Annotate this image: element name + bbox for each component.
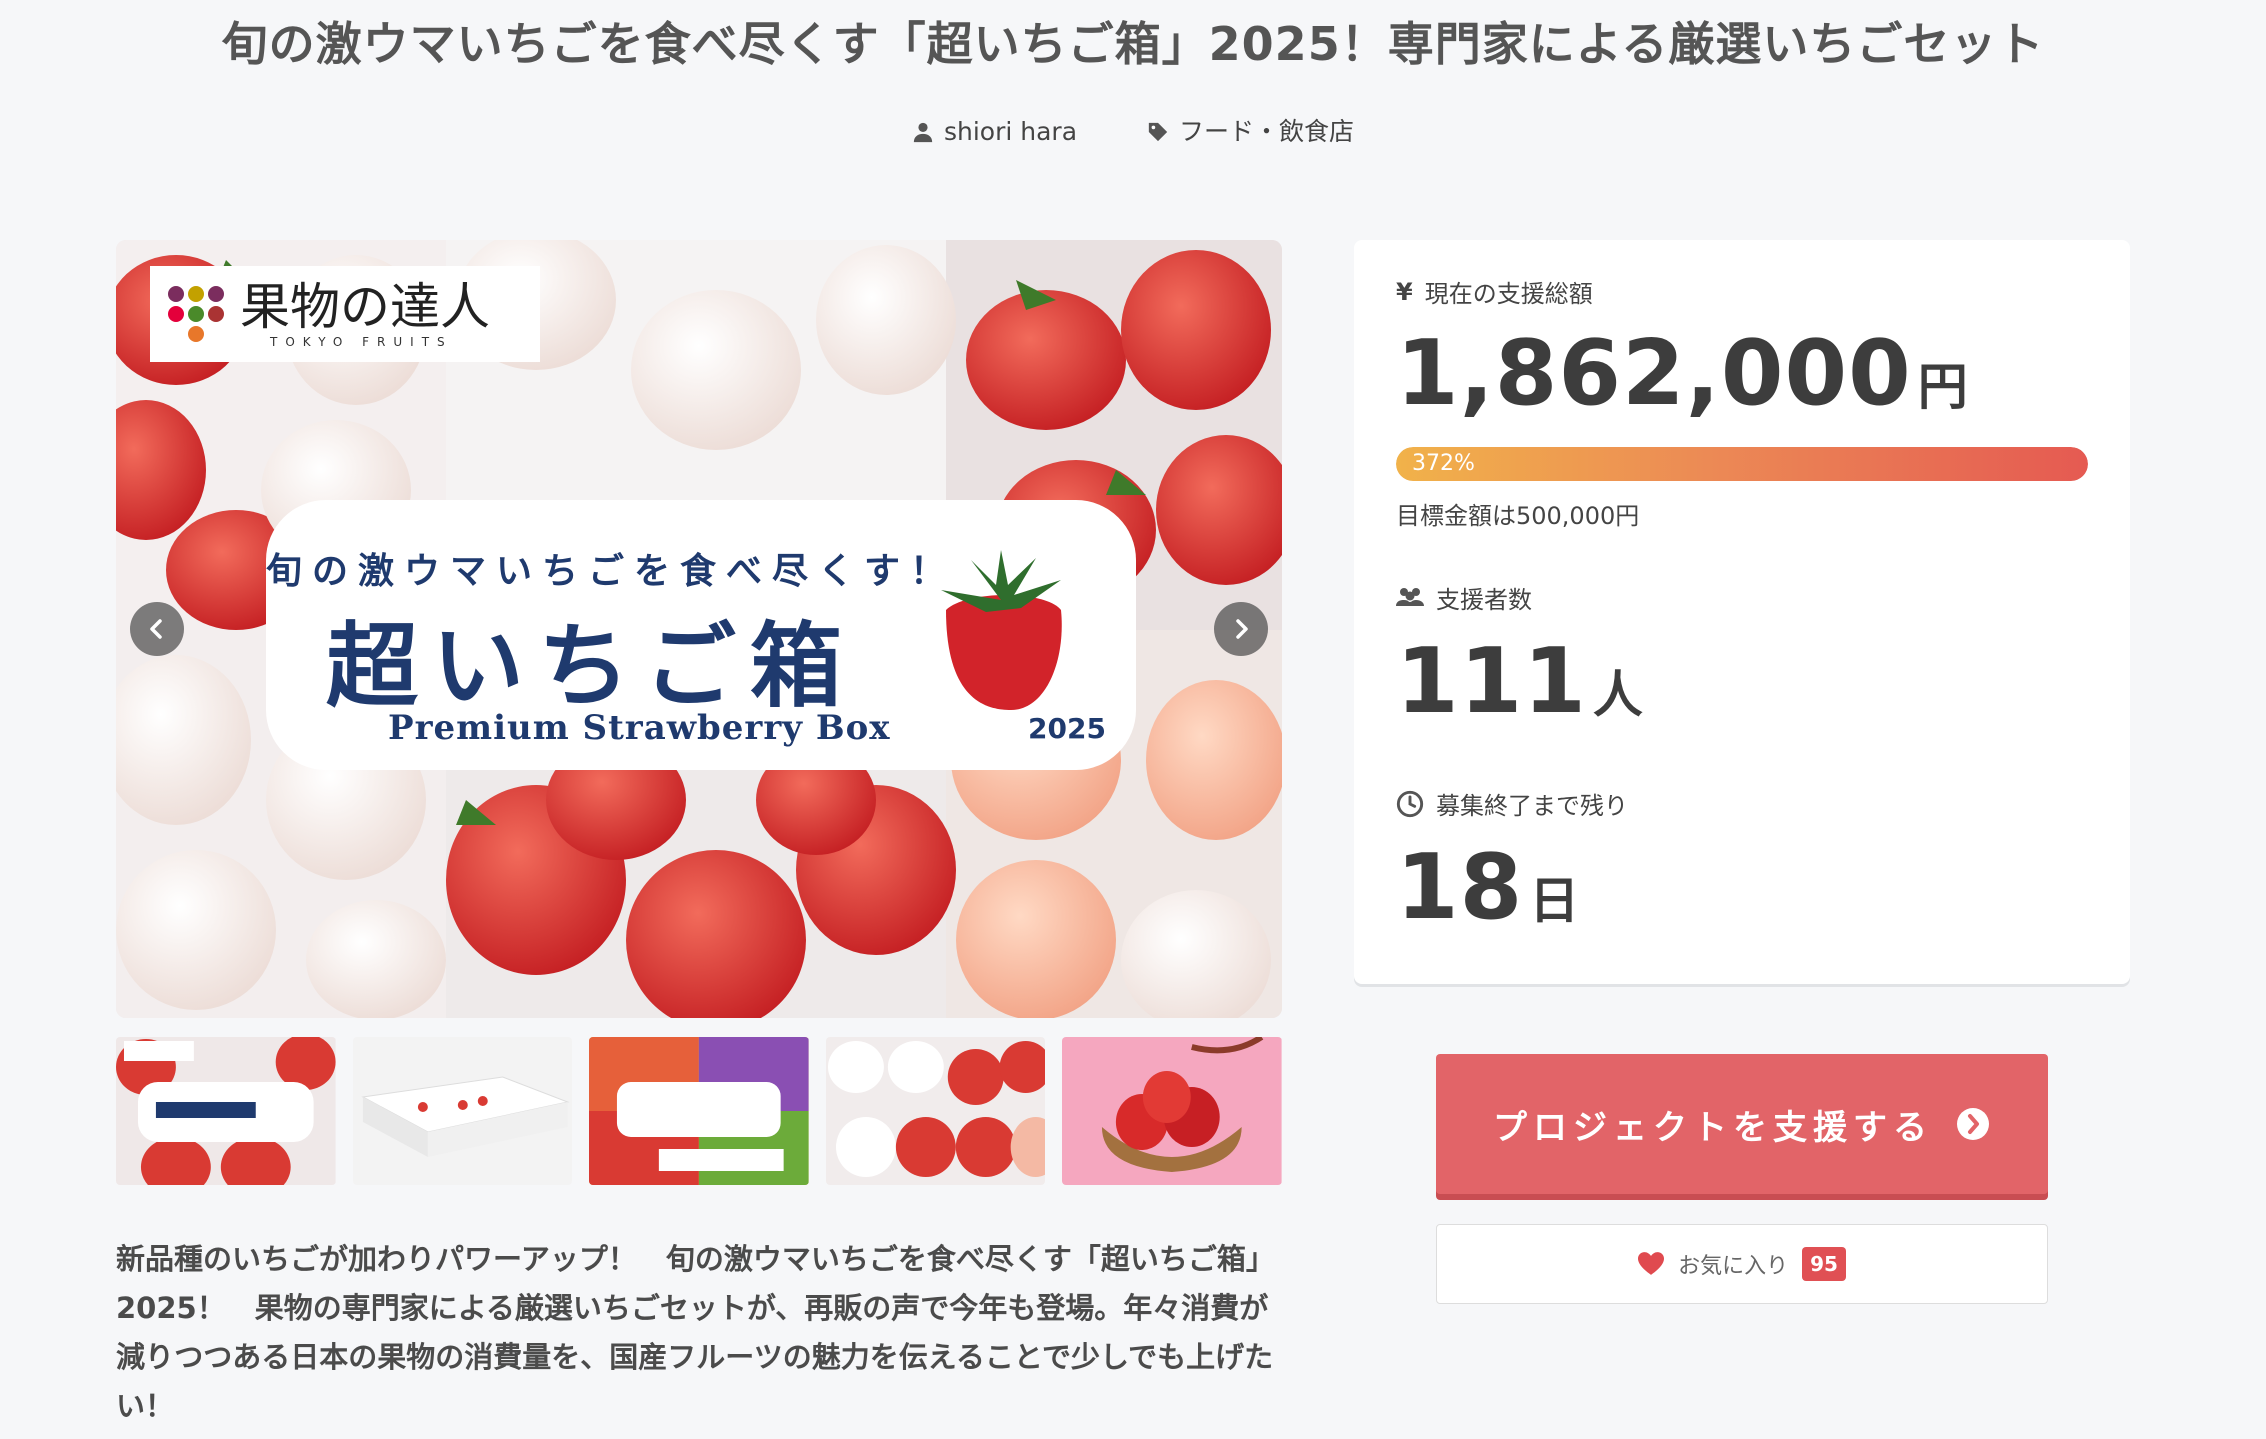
total-label: ¥ 現在の支援総額 bbox=[1396, 274, 1593, 309]
thumbnail-5[interactable] bbox=[1062, 1037, 1282, 1185]
product-name: 超いちご箱 bbox=[326, 612, 857, 720]
favorite-label: お気に入り bbox=[1678, 1254, 1789, 1279]
thumbnail-4-image bbox=[825, 1037, 1046, 1185]
product-tagline: 旬の激ウマいちごを食べ尽くす！ bbox=[266, 551, 957, 592]
remaining-label-text: 募集終了まで残り bbox=[1436, 792, 1628, 820]
brand-logo: 果物の達人 TOKYO FRUITS bbox=[150, 266, 540, 362]
category-link[interactable]: フード・飲食店 bbox=[1147, 112, 1354, 152]
project-meta: shiori hara フード・飲食店 bbox=[0, 112, 2266, 152]
progress-fill bbox=[1396, 447, 2088, 481]
arrow-circle-right-icon bbox=[1957, 1108, 1989, 1140]
total-amount: 1,862,000 円 bbox=[1396, 324, 1969, 437]
thumbnail-3-image bbox=[589, 1037, 809, 1185]
remaining-label: 募集終了まで残り bbox=[1396, 786, 1628, 821]
brand-name: 果物の達人 bbox=[240, 278, 490, 336]
backers-count: 111 人 bbox=[1396, 632, 1644, 745]
tag-icon bbox=[1148, 122, 1168, 142]
goal-amount: 目標金額は500,000円 bbox=[1396, 502, 1640, 530]
backers-label-text: 支援者数 bbox=[1436, 586, 1532, 614]
clock-icon bbox=[1396, 790, 1424, 817]
heart-icon bbox=[1638, 1252, 1665, 1275]
yen-icon: ¥ bbox=[1396, 277, 1413, 306]
support-project-button[interactable]: プロジェクトを支援する bbox=[1436, 1054, 2048, 1194]
remaining-days-value: 18 bbox=[1396, 835, 1524, 940]
thumbnail-2[interactable] bbox=[352, 1037, 573, 1185]
backers-count-value: 111 bbox=[1396, 629, 1587, 734]
prev-image-button[interactable] bbox=[130, 602, 184, 656]
funding-stats-card: ¥ 現在の支援総額 1,862,000 円 372% 目標金額は500,000円 … bbox=[1354, 240, 2130, 984]
hero-image[interactable]: 果物の達人 TOKYO FRUITS 旬の激ウマいちごを食べ尽くす！ 超いちご箱… bbox=[116, 240, 1282, 1018]
product-name-en: Premium Strawberry Box bbox=[388, 708, 891, 748]
product-card: 旬の激ウマいちごを食べ尽くす！ 超いちご箱 Premium Strawberry… bbox=[266, 500, 1136, 770]
chevron-right-icon bbox=[1236, 619, 1248, 639]
progress-percent: 372% bbox=[1412, 451, 1475, 476]
favorite-button[interactable]: お気に入り 95 bbox=[1436, 1224, 2048, 1304]
author-link[interactable]: shiori hara bbox=[912, 112, 1077, 152]
total-label-text: 現在の支援総額 bbox=[1424, 280, 1593, 308]
author-name: shiori hara bbox=[943, 117, 1078, 146]
next-image-button[interactable] bbox=[1214, 602, 1268, 656]
total-amount-value: 1,862,000 bbox=[1396, 321, 1912, 426]
remaining-days: 18 日 bbox=[1396, 838, 1580, 951]
support-button-label: プロジェクトを支援する bbox=[1493, 1107, 1933, 1148]
thumbnail-4[interactable] bbox=[825, 1037, 1046, 1185]
users-icon bbox=[1396, 587, 1424, 606]
remaining-days-unit: 日 bbox=[1529, 872, 1581, 930]
category-name: フード・飲食店 bbox=[1179, 117, 1355, 146]
thumbnail-1-image bbox=[116, 1037, 336, 1185]
backers-count-unit: 人 bbox=[1592, 666, 1644, 724]
backers-label: 支援者数 bbox=[1396, 580, 1532, 615]
brand-sub: TOKYO FRUITS bbox=[270, 335, 453, 349]
thumbnail-1[interactable] bbox=[116, 1037, 336, 1185]
thumbnail-2-image bbox=[352, 1037, 573, 1185]
total-amount-unit: 円 bbox=[1917, 358, 1969, 416]
brand-dots-icon bbox=[168, 286, 224, 342]
project-description: 新品種のいちごが加わりパワーアップ！ 旬の激ウマいちごを食べ尽くす「超いちご箱」… bbox=[116, 1242, 1275, 1423]
thumbnail-3[interactable] bbox=[589, 1037, 809, 1185]
favorite-count-badge: 95 bbox=[1802, 1247, 1846, 1281]
thumbnail-strip bbox=[116, 1037, 1282, 1185]
user-icon bbox=[913, 122, 933, 143]
project-title: 旬の激ウマいちごを食べ尽くす「超いちご箱」2025！専門家による厳選いちごセット bbox=[221, 17, 2045, 71]
strawberry-icon bbox=[941, 550, 1062, 710]
product-year: 2025 bbox=[1028, 712, 1106, 745]
chevron-left-icon bbox=[150, 619, 162, 639]
thumbnail-5-image bbox=[1062, 1037, 1282, 1185]
progress-bar: 372% bbox=[1396, 447, 2088, 481]
